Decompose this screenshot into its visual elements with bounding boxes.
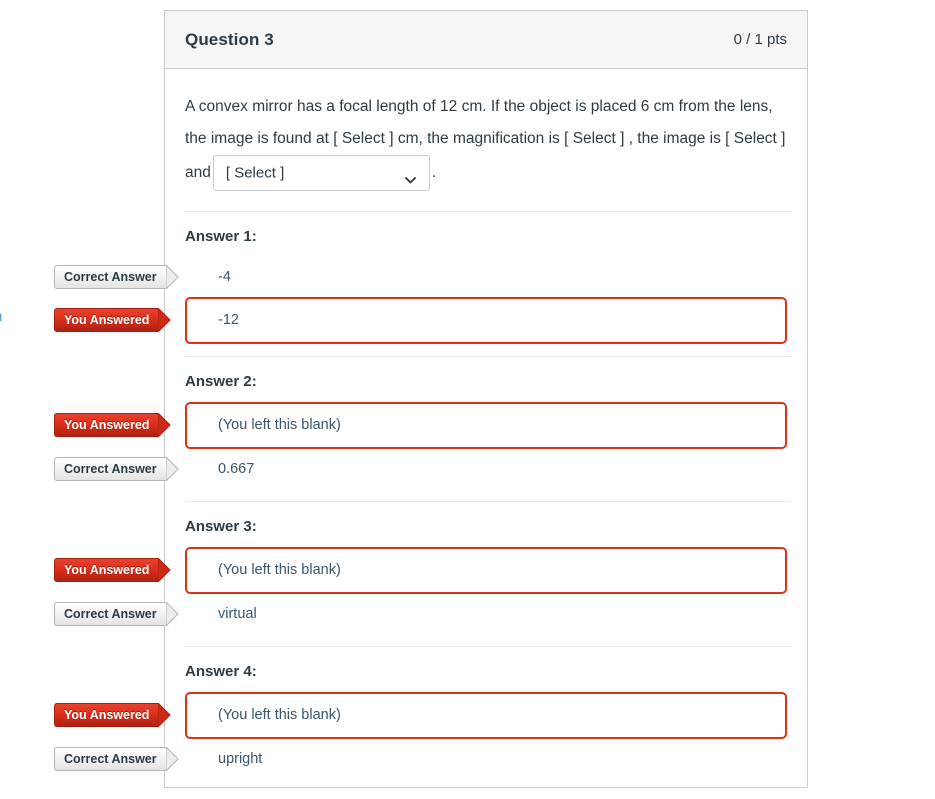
clipped-edge-text: n	[0, 308, 2, 325]
question-title: Question 3	[185, 29, 274, 49]
flag-label: Correct Answer	[54, 265, 166, 289]
you-answered-flag: You Answered	[54, 558, 172, 582]
flag-label: You Answered	[54, 308, 159, 332]
answer-row: 0.667 Correct Answer	[54, 449, 787, 489]
student-answer-box: (You left this blank)	[185, 692, 787, 739]
answer-value: (You left this blank)	[218, 707, 341, 724]
answer-row: virtual Correct Answer	[54, 594, 787, 634]
answer-label: Answer 3:	[185, 518, 257, 535]
question-container: Question 3 0 / 1 pts A convex mirror has…	[54, 10, 808, 791]
answer-group: Answer 3: (You left this blank) You Answer…	[54, 501, 791, 646]
answer-row: -12 You Answered	[54, 297, 787, 344]
answer-select-dropdown[interactable]: [ Select ]	[212, 155, 430, 191]
answer-value: (You left this blank)	[218, 417, 341, 434]
correct-answer-value-container: 0.667	[185, 449, 254, 489]
answer-row: (You left this blank) You Answered	[54, 402, 787, 449]
flag-label: You Answered	[54, 558, 159, 582]
correct-answer-flag: Correct Answer	[54, 602, 179, 626]
question-header: Question 3 0 / 1 pts	[165, 11, 807, 69]
answer-row: upright Correct Answer	[54, 739, 787, 779]
flag-label: Correct Answer	[54, 457, 166, 481]
correct-answer-value-container: -4	[185, 257, 231, 297]
flag-arrow-point	[165, 265, 179, 289]
flag-arrow-point	[165, 747, 179, 771]
select-value: [ Select ]	[225, 164, 285, 182]
flag-arrow-point	[165, 457, 179, 481]
correct-answer-flag: Correct Answer	[54, 747, 179, 771]
flag-label: Correct Answer	[54, 602, 166, 626]
answer-row: (You left this blank) You Answered	[54, 547, 787, 594]
answer-value: 0.667	[218, 460, 255, 477]
you-answered-flag: You Answered	[54, 413, 172, 437]
answers-list: Answer 1: -4 Correct Answer -12 You Answered…	[54, 211, 791, 791]
flag-arrow-point	[165, 602, 179, 626]
correct-answer-flag: Correct Answer	[54, 265, 179, 289]
chevron-down-icon	[404, 167, 417, 184]
flag-arrow-point	[158, 413, 172, 437]
correct-answer-value-container: upright	[185, 739, 262, 779]
answer-value: (You left this blank)	[218, 562, 341, 579]
answer-row: (You left this blank) You Answered	[54, 692, 787, 739]
flag-label: You Answered	[54, 413, 159, 437]
question-text-part-2: .	[431, 164, 437, 182]
answer-value: upright	[218, 750, 263, 767]
flag-label: Correct Answer	[54, 747, 166, 771]
student-answer-box: (You left this blank)	[185, 402, 787, 449]
flag-arrow-point	[158, 308, 172, 332]
answer-row: -4 Correct Answer	[54, 257, 787, 297]
answer-value: virtual	[218, 605, 257, 622]
question-body: A convex mirror has a focal length of 12…	[54, 69, 807, 791]
correct-answer-flag: Correct Answer	[54, 457, 179, 481]
answer-group: Answer 2: (You left this blank) You Answer…	[54, 356, 791, 501]
answer-value: -12	[218, 312, 239, 329]
student-answer-box: -12	[185, 297, 787, 344]
question-text: A convex mirror has a focal length of 12…	[185, 91, 787, 191]
flag-arrow-point	[158, 558, 172, 582]
answer-group: Answer 1: -4 Correct Answer -12 You Answered	[54, 211, 791, 356]
answer-value: -4	[218, 268, 231, 285]
answer-label: Answer 4:	[185, 663, 257, 680]
flag-label: You Answered	[54, 703, 159, 727]
answer-group: Answer 4: (You left this blank) You Answer…	[54, 646, 791, 791]
student-answer-box: (You left this blank)	[185, 547, 787, 594]
answer-label: Answer 1:	[185, 228, 257, 245]
flag-arrow-point	[158, 703, 172, 727]
question-points: 0 / 1 pts	[733, 31, 787, 48]
answer-label: Answer 2:	[185, 373, 257, 390]
you-answered-flag: You Answered	[54, 703, 172, 727]
correct-answer-value-container: virtual	[185, 594, 257, 634]
you-answered-flag: You Answered	[54, 308, 172, 332]
